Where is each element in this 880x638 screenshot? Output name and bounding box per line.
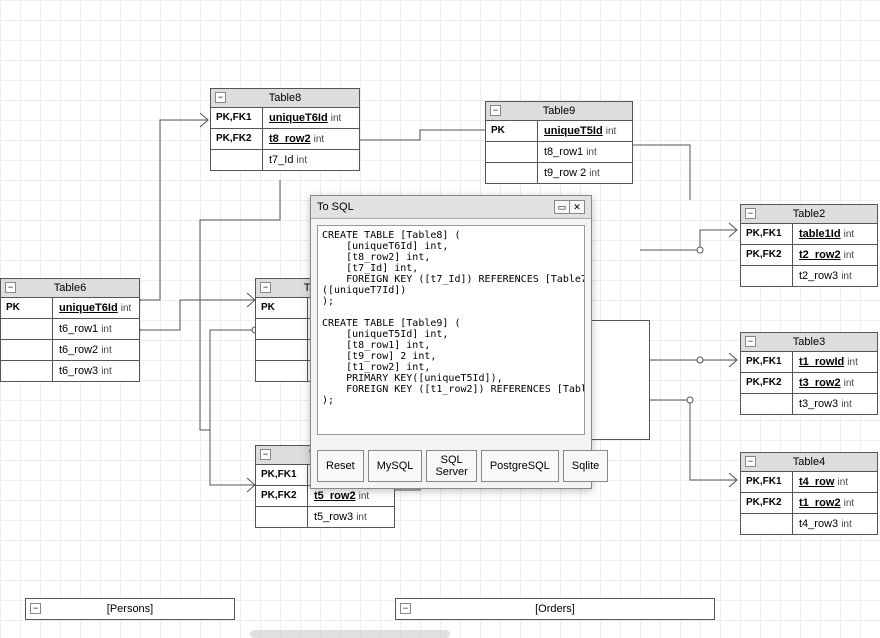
table-name: Table6 [54, 282, 86, 294]
collapse-icon[interactable]: − [745, 456, 756, 467]
reset-button[interactable]: Reset [317, 450, 364, 482]
entity-table8[interactable]: −Table8 PK,FK1uniqueT6Id int PK,FK2t8_ro… [210, 88, 360, 171]
collapse-icon[interactable]: − [745, 336, 756, 347]
entity-table4[interactable]: −Table4 PK,FK1t4_row int PK,FK2t1_row2 i… [740, 452, 878, 535]
postgresql-button[interactable]: PostgreSQL [481, 450, 559, 482]
close-icon[interactable]: ✕ [569, 200, 585, 214]
entity-orders[interactable]: − [Orders] [395, 598, 715, 620]
entity-table3[interactable]: −Table3 PK,FK1t1_rowId int PK,FK2t3_row2… [740, 332, 878, 415]
collapse-icon[interactable]: − [490, 105, 501, 116]
collapse-icon[interactable]: − [745, 208, 756, 219]
entity-label: [Persons] [107, 603, 153, 615]
sqlite-button[interactable]: Sqlite [563, 450, 609, 482]
horizontal-scrollbar[interactable] [250, 630, 450, 638]
collapse-icon[interactable]: − [400, 603, 411, 614]
entity-table9[interactable]: −Table9 PKuniqueT5Id int t8_row1 int t9_… [485, 101, 633, 184]
collapse-icon[interactable]: − [260, 449, 271, 460]
col-cell: uniqueT6Id int [53, 298, 139, 318]
table-title[interactable]: − Table6 [1, 279, 139, 298]
collapse-icon[interactable]: − [30, 603, 41, 614]
entity-persons[interactable]: − [Persons] [25, 598, 235, 620]
mysql-button[interactable]: MySQL [368, 450, 423, 482]
collapse-icon[interactable]: − [260, 282, 271, 293]
sql-output-textarea[interactable] [317, 225, 585, 435]
dialog-title-text: To SQL [317, 201, 354, 213]
sqlserver-button[interactable]: SQL Server [426, 450, 476, 482]
minimize-icon[interactable]: ▭ [554, 200, 570, 214]
entity-table6[interactable]: − Table6 PKuniqueT6Id int t6_row1 int t6… [0, 278, 140, 382]
entity-hidden[interactable] [590, 320, 650, 440]
collapse-icon[interactable]: − [5, 282, 16, 293]
to-sql-dialog[interactable]: To SQL ▭ ✕ Reset MySQL SQL Server Postgr… [310, 195, 592, 489]
key-cell: PK [1, 298, 53, 318]
entity-label: [Orders] [535, 603, 575, 615]
entity-table2[interactable]: −Table2 PK,FK1table1Id int PK,FK2t2_row2… [740, 204, 878, 287]
dialog-titlebar[interactable]: To SQL ▭ ✕ [311, 196, 591, 219]
collapse-icon[interactable]: − [215, 92, 226, 103]
